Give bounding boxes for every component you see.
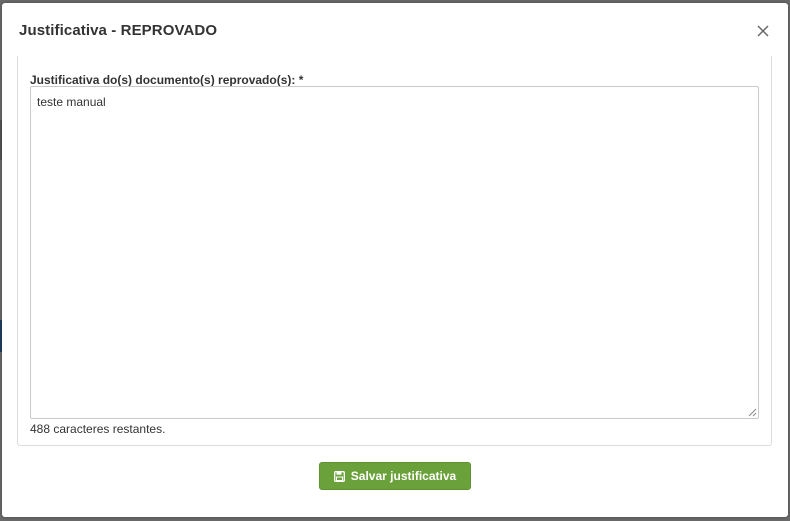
save-button-label: Salvar justificativa: [350, 469, 457, 483]
floppy-disk-icon: [333, 470, 345, 482]
save-justification-button[interactable]: Salvar justificativa: [319, 462, 471, 490]
modal-title: Justificativa - REPROVADO: [19, 22, 218, 39]
close-button[interactable]: [756, 24, 770, 38]
justification-label: Justificativa do(s) documento(s) reprova…: [30, 73, 304, 87]
justification-textarea[interactable]: teste manual: [30, 86, 759, 419]
modal-header: Justificativa - REPROVADO: [2, 3, 788, 59]
resize-handle-icon[interactable]: [747, 407, 757, 417]
chars-remaining-text: 488 caracteres restantes.: [30, 422, 166, 436]
close-icon: [757, 25, 769, 37]
